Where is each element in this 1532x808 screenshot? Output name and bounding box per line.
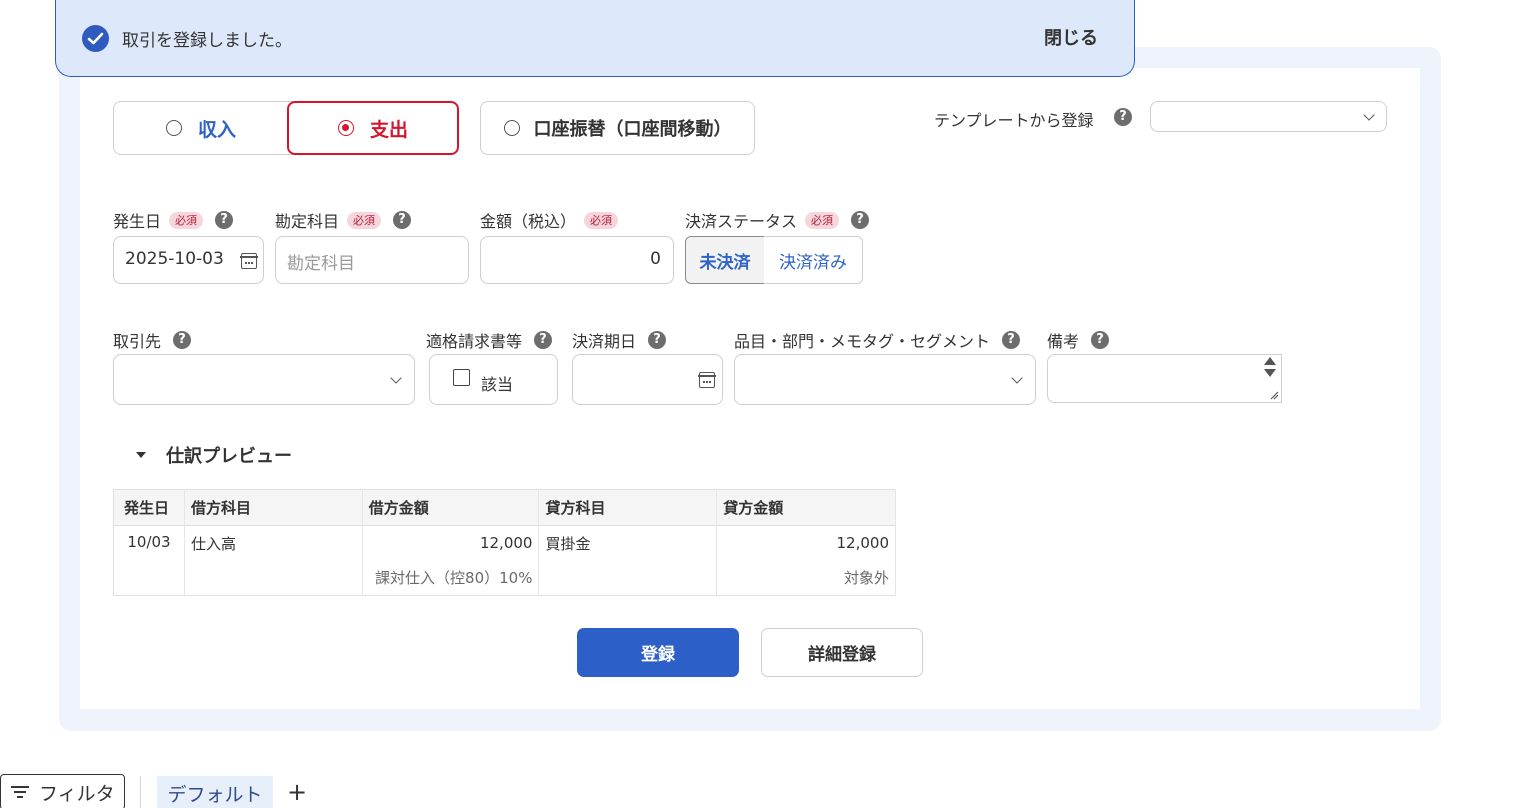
- register-button[interactable]: 登録: [577, 628, 739, 677]
- chevron-down-icon: [1363, 109, 1375, 121]
- resize-handle-icon[interactable]: [1269, 390, 1279, 400]
- radio-unchecked-icon: [503, 120, 520, 136]
- account-label: 勘定科目: [275, 212, 340, 231]
- journal-preview-title: 仕訳プレビュー: [166, 446, 292, 467]
- add-tab-button[interactable]: +: [287, 778, 307, 806]
- filter-icon: [11, 786, 29, 798]
- spin-down-icon[interactable]: [1264, 369, 1276, 377]
- help-icon[interactable]: ?: [534, 331, 553, 349]
- transfer-radio-button[interactable]: 口座振替（口座間移動）: [480, 101, 755, 155]
- account-field-label: 勘定科目 必須 ?: [275, 208, 412, 232]
- chevron-down-icon: [1011, 372, 1023, 384]
- row-credit-account: 買掛金: [538, 525, 718, 561]
- amount-input[interactable]: 0: [480, 236, 674, 284]
- row-debit-empty: [184, 560, 363, 596]
- row-debit-tax: 課対仕入（控80）10%: [362, 560, 540, 596]
- due-date-input[interactable]: [572, 354, 723, 405]
- help-icon[interactable]: ?: [1114, 108, 1132, 126]
- check-circle-icon: [82, 25, 109, 52]
- status-unpaid-button[interactable]: 未決済: [685, 236, 765, 284]
- help-icon[interactable]: ?: [173, 331, 192, 349]
- expense-label: 支出: [369, 118, 408, 141]
- chevron-down-icon: [390, 372, 402, 384]
- header-debit-account: 借方科目: [184, 489, 363, 526]
- row-debit-account: 仕入高: [184, 525, 363, 561]
- filter-button[interactable]: フィルタ: [0, 774, 125, 808]
- income-label: 収入: [197, 118, 236, 141]
- help-icon[interactable]: ?: [1091, 331, 1110, 349]
- help-icon[interactable]: ?: [393, 211, 412, 229]
- required-badge: 必須: [347, 211, 382, 229]
- tab-default[interactable]: デフォルト: [157, 776, 273, 808]
- account-input[interactable]: 勘定科目: [275, 236, 469, 284]
- spin-up-icon[interactable]: [1264, 357, 1276, 365]
- required-badge: 必須: [584, 211, 619, 229]
- amount-label: 金額（税込）: [480, 212, 577, 231]
- help-icon[interactable]: ?: [851, 211, 870, 229]
- journal-preview-table: 発生日 借方科目 借方金額 貸方科目 貸方金額 10/03 仕入高 12,000…: [113, 489, 896, 596]
- header-credit-account: 貸方科目: [538, 489, 718, 526]
- radio-checked-icon: [337, 120, 354, 136]
- invoice-field-label: 適格請求書等 ?: [426, 328, 553, 352]
- amount-value: 0: [650, 249, 661, 269]
- status-field-label: 決済ステータス 必須 ?: [685, 208, 870, 232]
- amount-field-label: 金額（税込） 必須: [480, 208, 619, 232]
- tags-select[interactable]: [734, 354, 1036, 405]
- table-row-tax: 課対仕入（控80）10% 対象外: [114, 560, 896, 596]
- date-value: 2025-10-03: [125, 249, 224, 269]
- table-header-row: 発生日 借方科目 借方金額 貸方科目 貸方金額: [113, 489, 896, 526]
- required-badge: 必須: [805, 211, 840, 229]
- due-date-label: 決済期日: [572, 332, 637, 351]
- required-badge: 必須: [169, 211, 204, 229]
- memo-label: 備考: [1047, 332, 1080, 351]
- header-credit-amount: 貸方金額: [716, 489, 896, 526]
- table-row: 10/03 仕入高 12,000 買掛金 12,000: [113, 525, 896, 596]
- date-label: 発生日: [113, 212, 162, 231]
- filter-label: フィルタ: [39, 782, 115, 805]
- template-label: テンプレートから登録: [934, 111, 1094, 130]
- status-label: 決済ステータス: [685, 212, 798, 231]
- invoice-checkbox-label: 該当: [481, 375, 514, 394]
- header-debit-amount: 借方金額: [362, 489, 540, 526]
- help-icon[interactable]: ?: [1002, 331, 1021, 349]
- radio-unchecked-icon: [165, 120, 182, 136]
- tags-label: 品目・部門・メモタグ・セグメント: [734, 332, 991, 351]
- toast-message: 取引を登録しました。: [122, 31, 292, 51]
- income-radio-button[interactable]: 収入: [114, 101, 288, 155]
- partner-select[interactable]: [113, 354, 415, 405]
- account-placeholder: 勘定科目: [287, 254, 355, 274]
- invoice-checkbox-field[interactable]: 該当: [429, 354, 558, 405]
- expense-radio-button[interactable]: 支出: [287, 101, 459, 155]
- date-field-label: 発生日 必須 ?: [113, 208, 234, 232]
- caret-down-icon: [136, 452, 146, 458]
- row-credit-amount: 12,000: [716, 525, 896, 561]
- row-debit-amount: 12,000: [362, 525, 540, 561]
- success-toast: 取引を登録しました。 閉じる: [55, 0, 1135, 77]
- transaction-type-group: 収入 支出: [113, 101, 459, 155]
- help-icon[interactable]: ?: [215, 211, 234, 229]
- divider: [140, 776, 141, 808]
- partner-field-label: 取引先 ?: [113, 328, 192, 352]
- journal-preview-toggle[interactable]: 仕訳プレビュー: [131, 442, 292, 468]
- help-icon[interactable]: ?: [648, 331, 667, 349]
- calendar-icon[interactable]: [240, 253, 258, 269]
- toast-close-button[interactable]: 閉じる: [1044, 24, 1098, 50]
- row-credit-empty: [538, 560, 718, 596]
- status-paid-button[interactable]: 決済済み: [764, 236, 863, 284]
- calendar-icon[interactable]: [698, 372, 716, 388]
- partner-label: 取引先: [113, 332, 162, 351]
- tags-field-label: 品目・部門・メモタグ・セグメント ?: [734, 328, 1021, 352]
- memo-field-label: 備考 ?: [1047, 328, 1110, 352]
- detail-register-button[interactable]: 詳細登録: [761, 628, 923, 677]
- checkbox-icon[interactable]: [453, 369, 470, 386]
- memo-textarea[interactable]: [1047, 354, 1282, 403]
- row-credit-tax: 対象外: [716, 560, 896, 596]
- due-date-field-label: 決済期日 ?: [572, 328, 667, 352]
- date-input[interactable]: 2025-10-03: [113, 236, 264, 284]
- transfer-label: 口座振替（口座間移動）: [533, 119, 732, 140]
- template-select[interactable]: [1150, 101, 1387, 132]
- header-date: 発生日: [113, 489, 185, 526]
- row-date: 10/03: [113, 525, 185, 596]
- invoice-label: 適格請求書等: [426, 332, 523, 351]
